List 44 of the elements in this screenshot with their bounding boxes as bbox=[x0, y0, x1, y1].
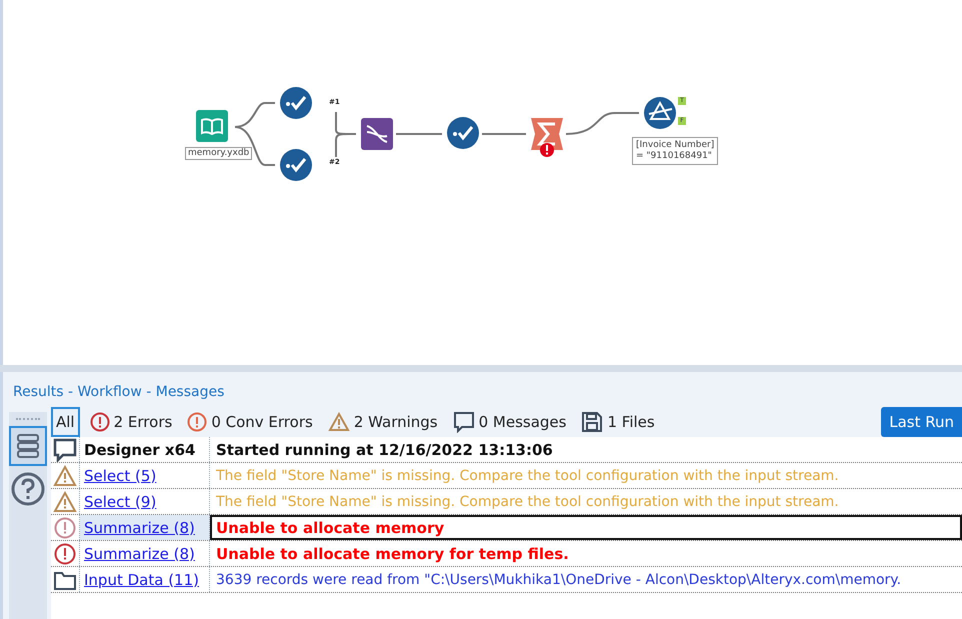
filter-button[interactable]: 2 Errors bbox=[84, 407, 178, 437]
message-text: Unable to allocate memory bbox=[210, 515, 962, 540]
tool-link[interactable]: Select (5) bbox=[84, 466, 156, 484]
triangle-circle-icon[interactable] bbox=[644, 97, 676, 129]
message-text: 3639 records were read from "C:\Users\Mukhika1\OneDrive - Alcon\Desktop\Alteryx.com\memory. bbox=[215, 570, 902, 590]
connector-line bbox=[482, 133, 526, 135]
filter-button[interactable]: All bbox=[51, 407, 80, 437]
last-run-button[interactable]: Last Run bbox=[881, 407, 962, 437]
checkmark-circle-icon[interactable] bbox=[280, 87, 312, 119]
filter-button[interactable]: 0 Messages bbox=[448, 407, 572, 437]
message-text: The field "Store Name" is missing. Compare the tool configuration with the input stream. bbox=[215, 466, 840, 486]
message-text: Started running at 12/16/2022 13:13:06 bbox=[215, 440, 554, 460]
panel-title: Results - Workflow - Messages bbox=[12, 383, 226, 402]
tool-link[interactable]: Select (9) bbox=[84, 492, 156, 510]
speech-bubble-icon bbox=[53, 438, 77, 462]
book-icon[interactable] bbox=[196, 110, 228, 142]
connector-line bbox=[396, 133, 442, 135]
node-label: memory.yxdb bbox=[185, 147, 252, 160]
filter-button[interactable]: 1 Files bbox=[576, 407, 660, 437]
message-text: The field "Store Name" is missing. Compare the tool configuration with the input stream. bbox=[215, 492, 840, 512]
filter-button[interactable]: 2 Warnings bbox=[322, 407, 443, 437]
dna-icon[interactable] bbox=[361, 118, 393, 150]
message-text: Unable to allocate memory for temp files. bbox=[215, 544, 570, 564]
speech-bubble-icon bbox=[452, 411, 475, 433]
error-icon bbox=[54, 516, 76, 538]
sigma-icon[interactable] bbox=[531, 118, 563, 158]
error-icon bbox=[187, 412, 208, 432]
warning-icon bbox=[328, 412, 350, 432]
checkmark-circle-icon[interactable] bbox=[280, 149, 312, 181]
connector-line bbox=[335, 112, 356, 135]
node-label: [Invoice Number] = "9110168491" bbox=[632, 137, 718, 165]
folder-icon bbox=[53, 570, 77, 590]
checkmark-circle-icon[interactable] bbox=[447, 117, 479, 149]
tool-link[interactable]: Input Data (11) bbox=[84, 570, 199, 588]
warning-icon bbox=[53, 490, 77, 512]
list-icon[interactable] bbox=[9, 426, 47, 466]
filter-button[interactable]: 0 Conv Errors bbox=[182, 407, 318, 437]
connector-line bbox=[335, 133, 350, 157]
error-icon bbox=[54, 542, 76, 564]
tool-name: Designer x64 bbox=[84, 440, 196, 458]
error-icon bbox=[90, 412, 110, 432]
warning-icon bbox=[53, 464, 77, 486]
help-icon[interactable] bbox=[11, 472, 45, 506]
tool-link[interactable]: Summarize (8) bbox=[84, 544, 195, 562]
